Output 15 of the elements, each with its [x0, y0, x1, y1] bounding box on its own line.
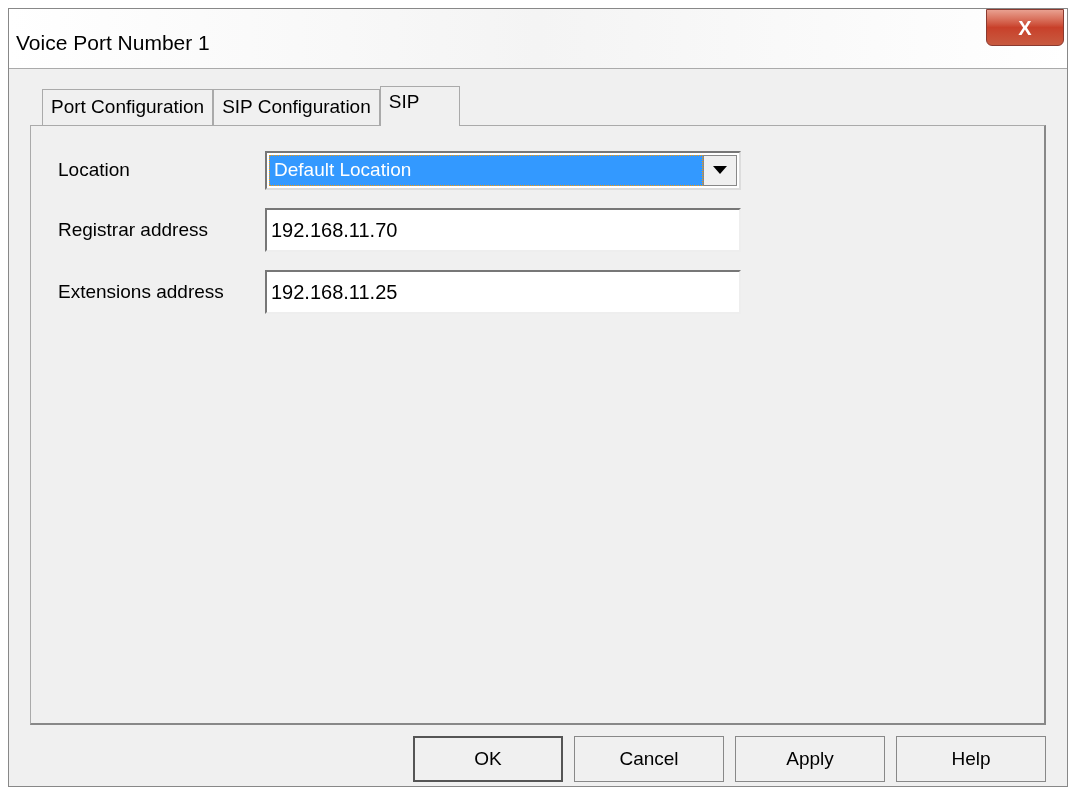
- close-button[interactable]: X: [986, 9, 1064, 46]
- tab[interactable]: SIP Configuration: [213, 89, 380, 125]
- tab[interactable]: Port Configuration: [42, 89, 214, 125]
- address-field[interactable]: 192.168.11.25: [265, 270, 741, 314]
- dialog-button[interactable]: Cancel: [574, 736, 724, 782]
- dialog-button[interactable]: Help: [896, 736, 1046, 782]
- field-label: Registrar address: [58, 217, 209, 242]
- field-label: Extensions address: [58, 279, 225, 304]
- address-field[interactable]: 192.168.11.70: [265, 208, 741, 252]
- field-label: Location: [58, 157, 131, 182]
- dialog-button[interactable]: Apply: [735, 736, 885, 782]
- window-title: Voice Port Number 1: [16, 30, 210, 56]
- dialog-button[interactable]: OK: [413, 736, 563, 782]
- tab[interactable]: SIP: [379, 86, 461, 126]
- dropdown-value: Default Location: [269, 154, 703, 186]
